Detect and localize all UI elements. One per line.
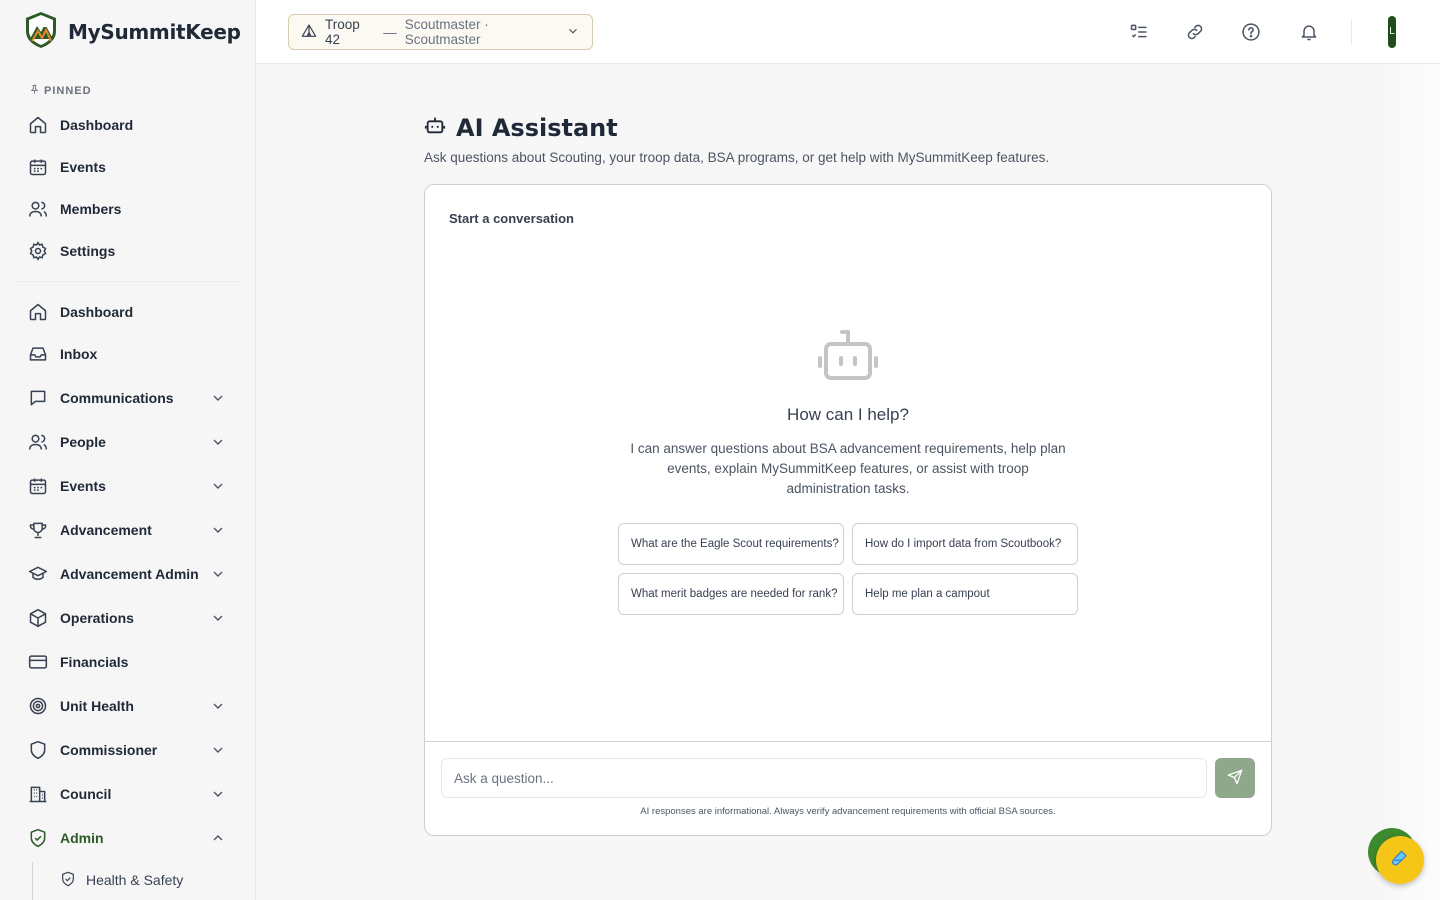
unit-selector[interactable]: Troop 42 — Scoutmaster · Scoutmaster [288,14,593,50]
sidebar-item-people[interactable]: People [16,424,240,460]
unit-role: Scoutmaster · Scoutmaster [404,17,489,47]
chat-panel: Start a conversation How can I help? I c… [424,184,1272,836]
home-icon [28,115,48,135]
send-button[interactable] [1215,758,1255,798]
pinned-section-label: PINNED [29,84,92,98]
unit-separator: — [383,24,397,40]
credit-card-icon [28,652,48,672]
empty-state-text: I can answer questions about BSA advance… [630,441,1066,496]
chevron-down-icon [210,434,226,450]
users-icon [28,432,48,452]
sidebar-item-council[interactable]: Council [16,776,240,812]
bot-icon [424,114,446,142]
pinned-item-dashboard[interactable]: Dashboard [16,107,240,143]
sidebar-item-events[interactable]: Events [16,468,240,504]
graduation-cap-icon [28,564,48,584]
chevron-down-icon [210,786,226,802]
sidebar: MySummitKeep PINNED Dashboard Events Mem… [0,0,256,900]
sidebar-item-dashboard[interactable]: Dashboard [16,294,240,330]
suggestion-import-scoutbook[interactable]: How do I import data from Scoutbook? [852,523,1078,565]
scroll-shadow [1380,64,1440,900]
message-icon [28,388,48,408]
home-icon [28,302,48,322]
logo-icon [24,11,58,54]
chevron-down-icon [566,24,580,41]
target-icon [28,696,48,716]
gear-icon [28,241,48,261]
bot-icon [817,329,879,383]
chevron-down-icon [210,478,226,494]
link-icon[interactable] [1183,20,1207,44]
sidebar-item-inbox[interactable]: Inbox [16,336,240,372]
sidebar-subitem-health-safety[interactable]: Health & Safety [60,868,183,892]
topbar: Troop 42 — Scoutmaster · Scoutmaster L [256,0,1440,64]
sidebar-item-communications[interactable]: Communications [16,380,240,416]
sidebar-item-commissioner[interactable]: Commissioner [16,732,240,768]
page-title: AI Assistant [424,112,1049,144]
suggestion-eagle-scout[interactable]: What are the Eagle Scout requirements? [618,523,844,565]
test-tube-icon [1391,849,1409,872]
chevron-up-icon [210,830,226,846]
sidebar-item-unit-health[interactable]: Unit Health [16,688,240,724]
suggestion-merit-badges[interactable]: What merit badges are needed for rank? [618,573,844,615]
trophy-icon [28,520,48,540]
pinned-item-settings[interactable]: Settings [16,233,240,269]
sidebar-item-operations[interactable]: Operations [16,600,240,636]
sidebar-divider [16,281,240,282]
inbox-icon [28,344,48,364]
checklist-icon[interactable] [1127,20,1151,44]
shield-icon [28,740,48,760]
chevron-down-icon [210,742,226,758]
suggestion-plan-campout[interactable]: Help me plan a campout [852,573,1078,615]
send-icon [1227,769,1243,788]
floating-test-button[interactable] [1376,836,1424,884]
help-icon[interactable] [1239,20,1263,44]
box-icon [28,608,48,628]
calendar-icon [28,476,48,496]
chevron-down-icon [210,698,226,714]
sidebar-item-advancement[interactable]: Advancement [16,512,240,548]
bell-icon[interactable] [1297,20,1321,44]
users-icon [28,199,48,219]
question-input[interactable] [441,758,1207,798]
pin-icon [29,84,40,98]
sidebar-item-admin[interactable]: Admin [16,820,240,856]
page-header: AI Assistant Ask questions about Scoutin… [424,112,1049,165]
page-subtitle: Ask questions about Scouting, your troop… [424,150,1050,165]
chevron-down-icon [210,566,226,582]
empty-state-heading: How can I help? [787,405,909,424]
chevron-down-icon [210,522,226,538]
ai-disclaimer: AI responses are informational. Always v… [640,806,1056,817]
shield-check-icon [60,871,76,890]
pinned-item-members[interactable]: Members [16,191,240,227]
building-icon [28,784,48,804]
shield-check-icon [28,828,48,848]
brand[interactable]: MySummitKeep [24,11,241,50]
sidebar-item-financials[interactable]: Financials [16,644,240,680]
submenu-rail [32,862,33,900]
calendar-icon [28,157,48,177]
brand-name: MySummitKeep [68,20,241,44]
tent-icon [301,23,317,42]
unit-name: Troop 42 [325,17,360,47]
topbar-divider [1351,20,1352,44]
pinned-item-events[interactable]: Events [16,149,240,185]
avatar[interactable]: L [1388,16,1396,48]
chat-composer: AI responses are informational. Always v… [425,741,1271,835]
sidebar-item-advancement-admin[interactable]: Advancement Admin [16,556,240,592]
chevron-down-icon [210,390,226,406]
chevron-down-icon [210,610,226,626]
chat-panel-title: Start a conversation [449,211,574,226]
